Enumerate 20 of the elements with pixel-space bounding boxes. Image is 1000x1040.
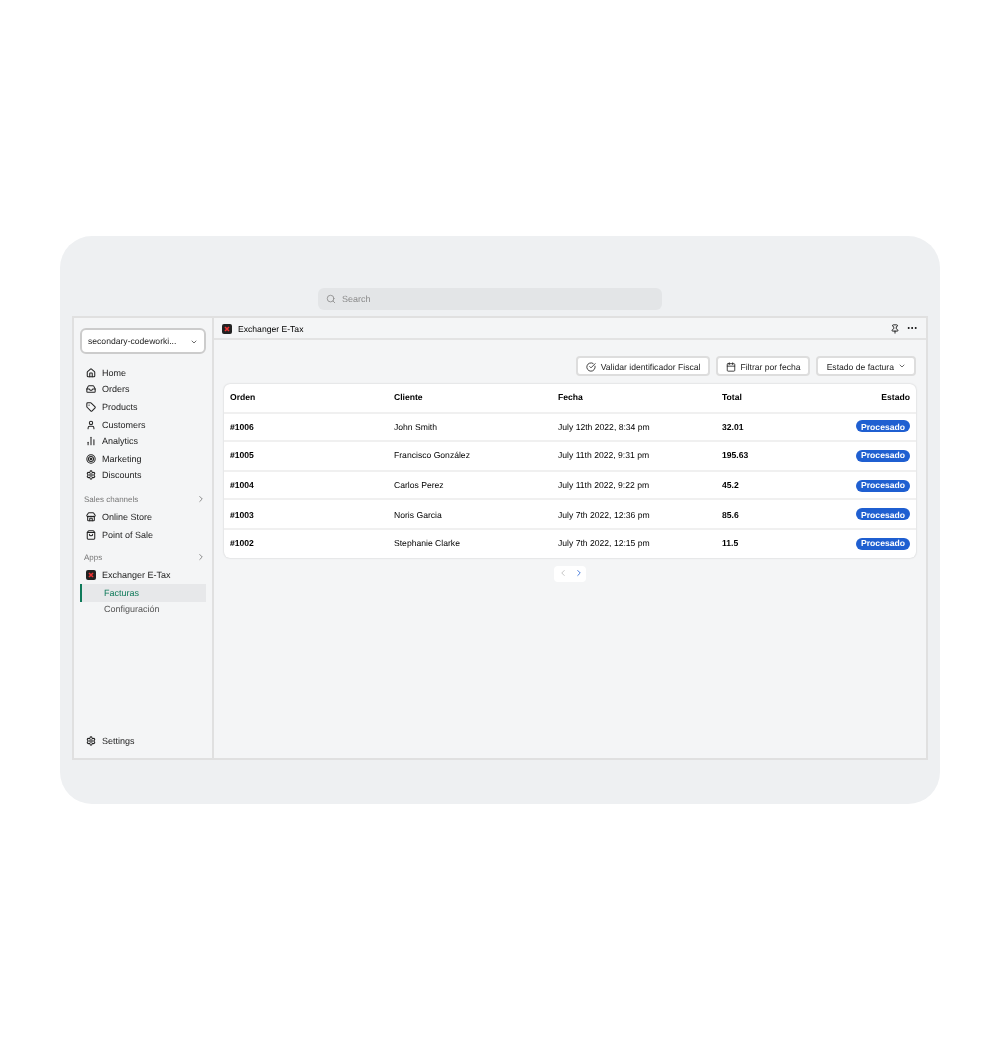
pin-icon[interactable] bbox=[890, 323, 900, 333]
bar-chart-icon bbox=[86, 436, 96, 447]
chevron-right-icon[interactable] bbox=[196, 494, 206, 505]
chevron-right-icon bbox=[573, 568, 583, 579]
home-icon bbox=[86, 367, 96, 378]
inbox-icon bbox=[86, 384, 96, 395]
app-logo-icon bbox=[86, 570, 96, 581]
store-icon bbox=[86, 511, 96, 522]
tag-icon bbox=[86, 401, 96, 412]
settings-icon bbox=[86, 736, 96, 747]
chevron-left-icon bbox=[557, 568, 567, 579]
app-logo-icon bbox=[222, 323, 232, 333]
person-icon bbox=[86, 419, 96, 430]
target-icon bbox=[86, 453, 96, 464]
gear-icon bbox=[86, 470, 96, 481]
chevron-right-icon[interactable] bbox=[196, 552, 206, 563]
search-icon bbox=[326, 294, 336, 304]
calendar-icon bbox=[726, 361, 737, 371]
bag-icon bbox=[86, 529, 96, 540]
check-circle-icon bbox=[586, 361, 597, 371]
